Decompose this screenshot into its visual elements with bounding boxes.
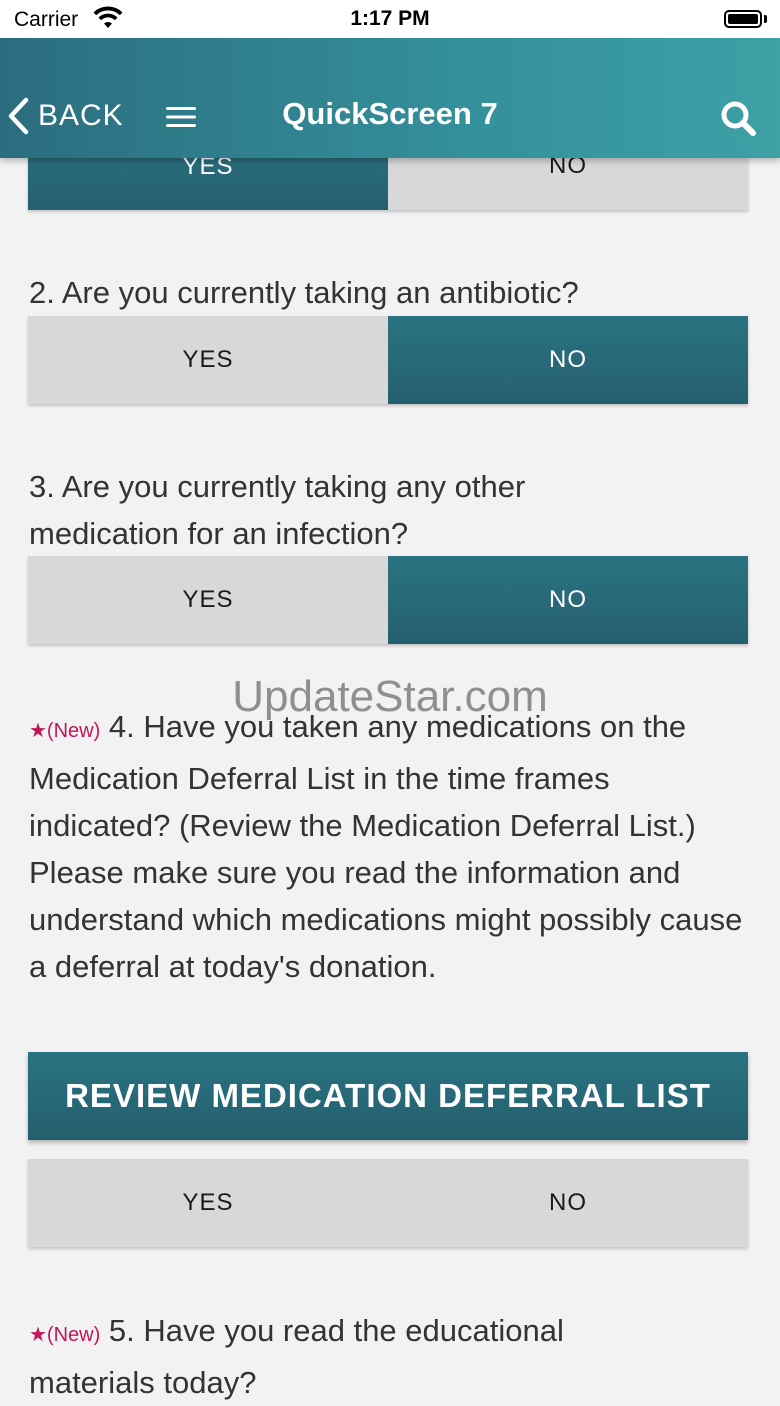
q5-text-block: ★(New) 5. Have you read the educational …	[29, 1307, 629, 1406]
navigation-bar: BACK QuickScreen 7	[0, 38, 780, 158]
new-marker: ★(New)	[29, 720, 101, 742]
battery-tip	[764, 15, 767, 23]
q4-yes-button[interactable]: YES	[28, 1159, 388, 1247]
q4-text: 4. Have you taken any medications on the…	[29, 709, 696, 843]
q3-yes-button[interactable]: YES	[28, 556, 388, 644]
q4-no-button[interactable]: NO	[388, 1159, 748, 1247]
q3-no-button[interactable]: NO	[388, 556, 748, 644]
screening-content: YES NO 2. Are you currently taking an an…	[0, 0, 780, 1400]
new-marker: ★(New)	[29, 1324, 101, 1346]
clock: 1:17 PM	[350, 7, 430, 30]
q3-text: 3. Are you currently taking any other me…	[29, 469, 526, 551]
watermark: UpdateStar.com	[232, 672, 548, 721]
page-title: QuickScreen 7	[282, 96, 498, 131]
q2-toggle: YES NO	[28, 316, 748, 404]
q4-toggle: YES NO	[28, 1159, 748, 1247]
q4-text-block: ★(New) 4. Have you taken any medications…	[29, 703, 754, 990]
search-icon[interactable]	[718, 98, 758, 138]
q2-text: 2. Are you currently taking an antibioti…	[29, 275, 579, 310]
q4-subtext: Please make sure you read the informatio…	[29, 855, 743, 984]
battery-icon	[724, 10, 762, 28]
q2-yes-button[interactable]: YES	[28, 316, 388, 404]
review-medication-deferral-list-button[interactable]: REVIEW MEDICATION DEFERRAL LIST	[28, 1052, 748, 1140]
q3-toggle: YES NO	[28, 556, 748, 644]
q2-no-button[interactable]: NO	[388, 316, 748, 404]
status-bar: Carrier 1:17 PM	[0, 0, 780, 38]
